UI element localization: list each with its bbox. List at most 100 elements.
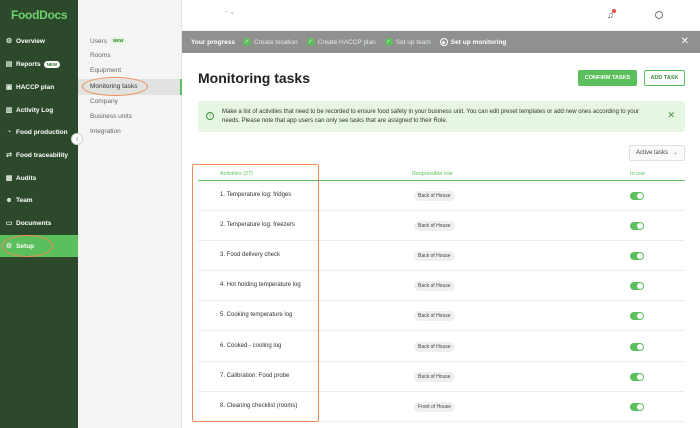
chevron-left-icon: ‹ (75, 135, 79, 143)
nav-item-label: Food traceability (16, 151, 69, 159)
nav-item-reports[interactable]: ▤ Reports NEW (0, 53, 78, 75)
top-bar: - ⌄ ♫ (182, 0, 700, 31)
task-name[interactable]: 2. Temperature log: freezers (220, 222, 295, 228)
role-badge: Back of House (414, 372, 455, 382)
nav-item-team[interactable]: ☻ Team (0, 189, 78, 211)
chevron-down-icon: ⌄ (672, 150, 678, 156)
progress-step-label: Create location (253, 38, 298, 46)
user-icon[interactable] (655, 11, 663, 19)
in-use-toggle[interactable] (630, 373, 644, 381)
subnav-item-company[interactable]: Company (90, 98, 118, 105)
role-badge: Back of House (414, 251, 455, 261)
new-badge: NEW (43, 60, 61, 68)
subnav-item-label: Users (90, 38, 107, 45)
task-name[interactable]: 6. Cooked - cooling log (220, 343, 281, 349)
progress-step-label: Set up team (395, 38, 431, 46)
progress-step-create-location[interactable]: ✓ Create location (242, 38, 298, 46)
new-badge: NEW (109, 37, 127, 44)
task-name[interactable]: 4. Hot holding temperature log (220, 282, 301, 288)
confirm-tasks-button[interactable]: CONFIRM TASKS (578, 70, 637, 86)
chart-icon: ▥ (5, 107, 13, 114)
nav-item-label: Food production (16, 128, 68, 136)
task-name[interactable]: 5. Cooking temperature log (220, 312, 292, 318)
table-row[interactable]: 2. Temperature log: freezers Back of Hou… (198, 211, 685, 241)
role-badge: Back of House (414, 311, 455, 321)
nav-item-documents[interactable]: ▭ Documents (0, 212, 78, 234)
task-name[interactable]: 7. Calibration: Food probe (220, 373, 289, 379)
nav-item-label: Documents (16, 219, 52, 227)
subnav-item-rooms[interactable]: Rooms (90, 52, 111, 59)
setup-subnav: Users NEW Rooms Equipment Monitoring task… (78, 0, 182, 428)
nav-item-activity-log[interactable]: ▥ Activity Log (0, 99, 78, 121)
nav-item-haccp-plan[interactable]: ▣ HACCP plan (0, 76, 78, 98)
close-icon[interactable]: ✕ (667, 111, 675, 120)
in-use-toggle[interactable] (630, 252, 644, 260)
gear-icon: ⚙ (5, 243, 13, 250)
nav-item-label: HACCP plan (16, 83, 55, 91)
role-badge: Back of House (414, 281, 455, 291)
nav-item-label: Audits (16, 174, 37, 182)
table-row[interactable]: 1. Temperature log: fridges Back of Hous… (198, 181, 685, 211)
nav-item-food-production[interactable]: ◔ Food production (0, 121, 78, 143)
progress-step-label: Set up monitoring (450, 38, 507, 46)
main-nav: FoodDocs ⚙ Overview ▤ Reports NEW ▣ HACC… (0, 0, 78, 428)
table-row[interactable]: 8. Cleaning checklist (rooms) Front of H… (198, 392, 685, 422)
in-use-toggle[interactable] (630, 222, 644, 230)
close-icon[interactable]: ✕ (681, 36, 689, 47)
table-row[interactable]: 7. Calibration: Food probe Back of House (198, 362, 685, 392)
subnav-item-monitoring-tasks[interactable]: Monitoring tasks (78, 79, 182, 95)
progress-step-set-up-monitoring[interactable]: Set up monitoring (439, 38, 507, 46)
nav-item-label: Team (16, 196, 33, 204)
info-banner: i Make a list of activities that need to… (198, 101, 685, 132)
nav-item-label: Overview (16, 37, 45, 45)
info-icon: i (206, 112, 214, 120)
progress-step-label: Create HACCP plan (317, 38, 376, 46)
info-banner-text: Make a list of activities that need to b… (222, 109, 639, 124)
nav-item-label: Activity Log (16, 106, 54, 114)
subnav-item-business-units[interactable]: Business units (90, 113, 132, 120)
subnav-item-integration[interactable]: Integration (90, 128, 121, 135)
notifications-button[interactable]: ♫ (607, 9, 616, 20)
task-name[interactable]: 1. Temperature log: fridges (220, 192, 291, 198)
role-badge: Back of House (414, 221, 455, 231)
collapse-sidebar-button[interactable]: ‹ (71, 133, 83, 145)
table-row[interactable]: 4. Hot holding temperature log Back of H… (198, 271, 685, 301)
table-row[interactable]: 6. Cooked - cooling log Back of House (198, 332, 685, 362)
team-icon: ☻ (5, 196, 13, 204)
column-header-in-use: In use (630, 171, 645, 177)
check-icon: ✓ (306, 38, 315, 46)
subnav-item-users[interactable]: Users NEW (90, 37, 127, 45)
add-task-button[interactable]: ADD TASK (644, 70, 685, 86)
current-step-icon (439, 38, 448, 46)
nav-item-audits[interactable]: ▦ Audits (0, 167, 78, 189)
nav-item-overview[interactable]: ⚙ Overview (0, 30, 78, 52)
in-use-toggle[interactable] (630, 192, 644, 200)
nav-item-label: Reports (16, 60, 41, 68)
table-row[interactable]: 5. Cooking temperature log Back of House (198, 301, 685, 331)
nav-item-setup[interactable]: ⚙ Setup (0, 235, 78, 257)
page-title: Monitoring tasks (198, 70, 311, 86)
pot-icon: ◔ (6, 128, 12, 136)
task-name[interactable]: 3. Food delivery check (220, 252, 280, 258)
subnav-item-equipment[interactable]: Equipment (90, 67, 121, 74)
document-icon: ▣ (5, 84, 13, 91)
task-name[interactable]: 8. Cleaning checklist (rooms) (220, 403, 297, 409)
in-use-toggle[interactable] (630, 282, 644, 290)
table-row[interactable]: 3. Food delivery check Back of House (198, 241, 685, 271)
column-header-activities[interactable]: Activities (27) (220, 171, 253, 177)
in-use-toggle[interactable] (630, 312, 644, 320)
progress-step-set-up-team[interactable]: ✓ Set up team (384, 38, 431, 46)
app-logo[interactable]: FoodDocs (11, 8, 68, 22)
gear-icon: ⚙ (5, 38, 13, 45)
progress-step-create-haccp-plan[interactable]: ✓ Create HACCP plan (306, 38, 376, 46)
in-use-toggle[interactable] (630, 343, 644, 351)
location-select[interactable]: - ⌄ (225, 8, 235, 16)
progress-label: Your progress (191, 38, 235, 46)
task-filter-select[interactable]: Active tasks ⌄ (629, 145, 685, 161)
check-icon: ✓ (242, 38, 251, 46)
in-use-toggle[interactable] (630, 403, 644, 411)
role-badge: Back of House (414, 342, 455, 352)
column-header-responsible-role: Responsible role (412, 171, 453, 177)
nav-item-food-traceability[interactable]: ⇄ Food traceability (0, 144, 78, 166)
notification-dot (611, 9, 616, 13)
